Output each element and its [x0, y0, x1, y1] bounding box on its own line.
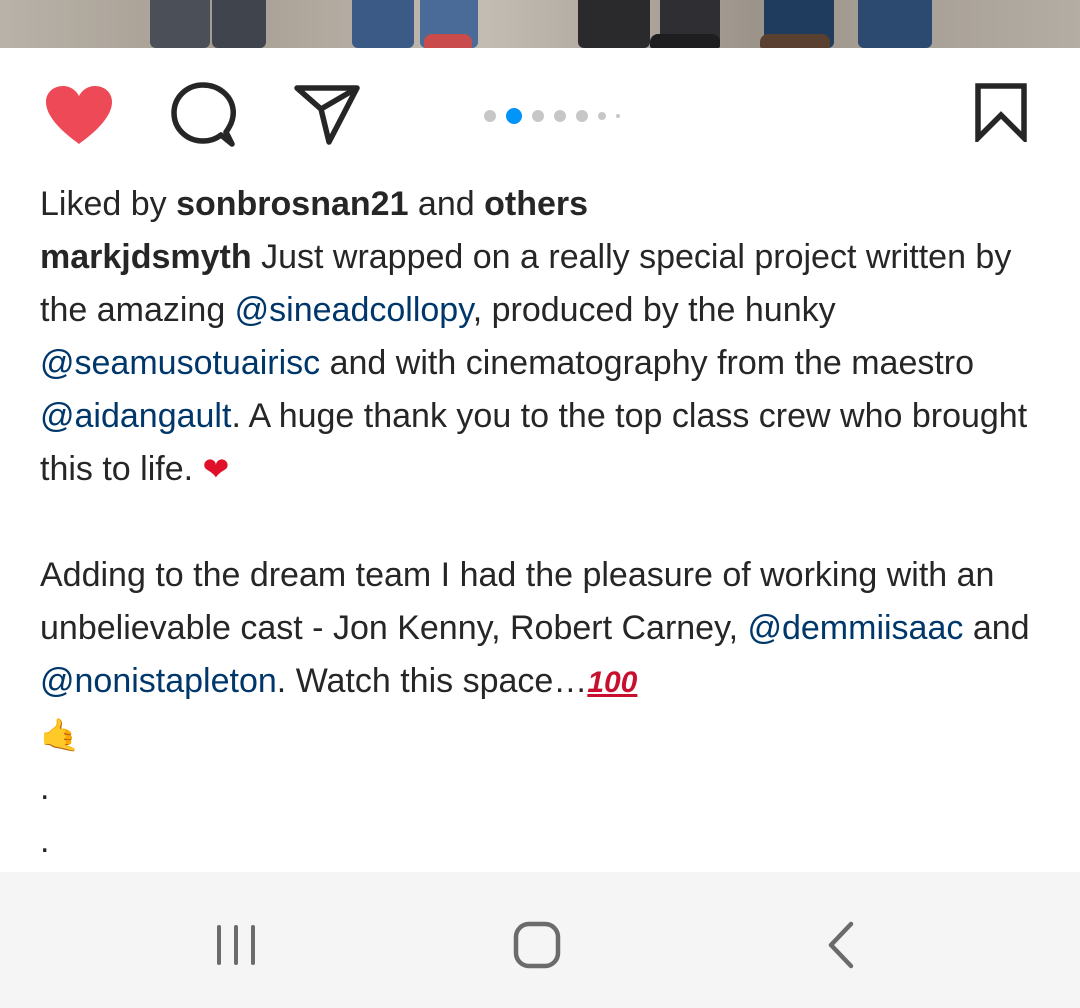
carousel-dot: [576, 110, 588, 122]
carousel-dot: [598, 112, 606, 120]
likes-summary[interactable]: Liked by sonbrosnan21 and others: [40, 178, 1050, 231]
caption-text: and with cinematography from the maestro: [320, 344, 975, 382]
heart-filled-icon[interactable]: [44, 84, 114, 146]
recent-apps-icon[interactable]: [212, 922, 260, 968]
mention-link[interactable]: @demmiisaac: [747, 609, 963, 647]
post-text-area: Liked by sonbrosnan21 and others markjds…: [40, 178, 1050, 868]
carousel-dot: [532, 110, 544, 122]
likes-others-link[interactable]: others: [484, 185, 588, 223]
caption-paragraph-1: markjdsmyth Just wrapped on a really spe…: [40, 231, 1050, 496]
post-action-bar: [0, 48, 1080, 178]
instagram-post-screen: Liked by sonbrosnan21 and others markjds…: [0, 0, 1080, 1008]
caption-dot-line: .: [40, 769, 50, 807]
caption-text: . Watch this space…: [276, 662, 588, 700]
caption-text: , produced by the hunky: [472, 291, 836, 329]
carousel-dot: [616, 114, 620, 118]
likes-prefix: Liked by: [40, 185, 177, 223]
back-chevron-icon[interactable]: [826, 920, 856, 970]
bookmark-icon[interactable]: [974, 82, 1028, 145]
post-image[interactable]: [0, 0, 1080, 48]
carousel-dot: [554, 110, 566, 122]
caption-username[interactable]: markjdsmyth: [40, 238, 252, 276]
caption-dot-line: .: [40, 822, 50, 860]
photo-leg: [150, 0, 210, 48]
photo-shoe: [760, 34, 830, 48]
comment-bubble-icon[interactable]: [170, 82, 236, 148]
carousel-dot: [484, 110, 496, 122]
photo-shoe: [424, 34, 472, 48]
photo-leg: [212, 0, 266, 48]
hundred-points-emoji: 100: [587, 666, 638, 699]
photo-leg: [858, 0, 932, 48]
carousel-dot-active: [506, 108, 522, 124]
caption-paragraph-2: Adding to the dream team I had the pleas…: [40, 549, 1050, 762]
mention-link[interactable]: @sineadcollopy: [235, 291, 473, 329]
paper-plane-icon[interactable]: [294, 84, 360, 146]
photo-leg: [352, 0, 414, 48]
system-navigation-bar: [0, 872, 1080, 1008]
carousel-indicator: [484, 104, 630, 128]
photo-leg: [578, 0, 650, 48]
mention-link[interactable]: @seamusotuairisc: [40, 344, 320, 382]
liker-username[interactable]: sonbrosnan21: [176, 185, 408, 223]
home-icon[interactable]: [512, 920, 564, 970]
photo-shoe: [650, 34, 720, 48]
call-me-hand-emoji: 🤙: [40, 716, 80, 754]
red-heart-emoji: ❤: [202, 450, 230, 488]
caption-text: and: [963, 609, 1030, 647]
likes-middle: and: [408, 185, 485, 223]
mention-link[interactable]: @aidangault: [40, 397, 231, 435]
mention-link[interactable]: @nonistapleton: [40, 662, 277, 700]
